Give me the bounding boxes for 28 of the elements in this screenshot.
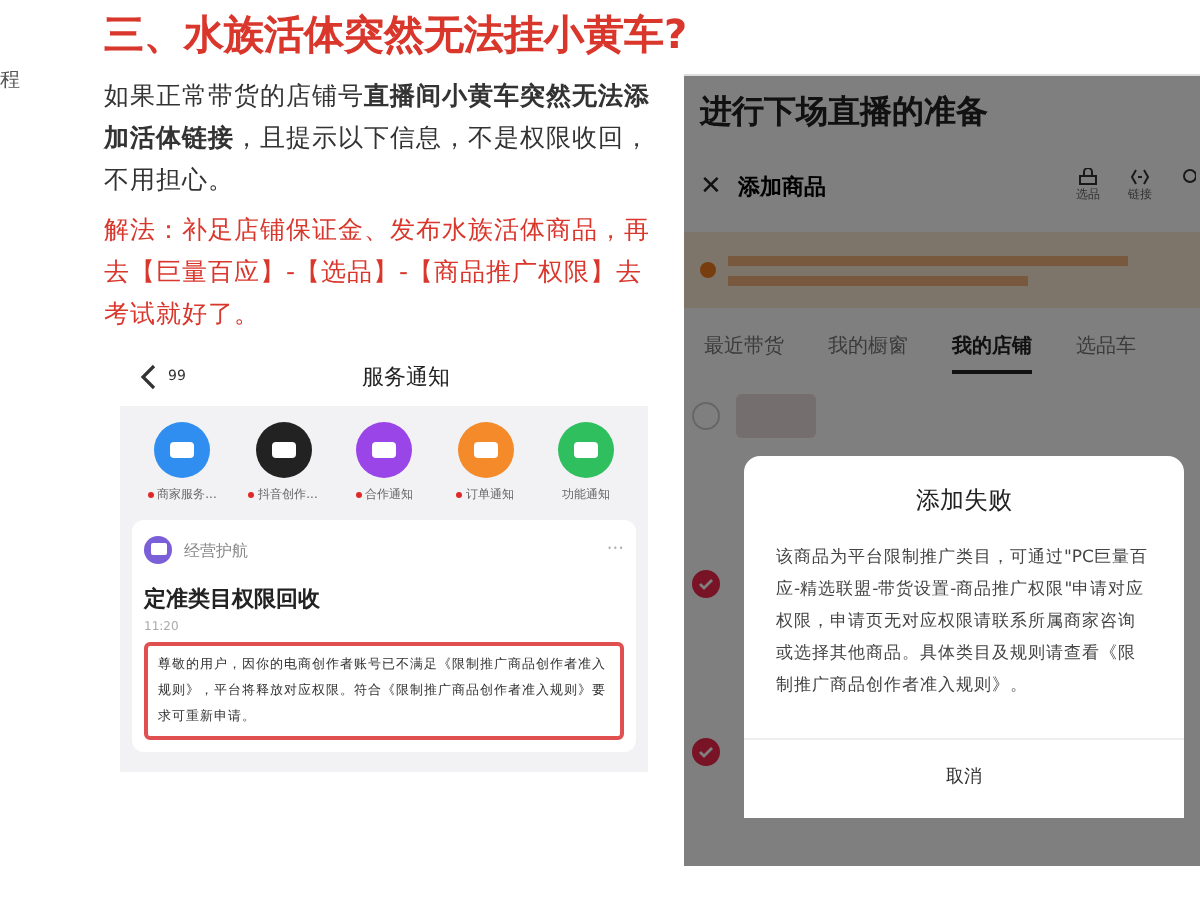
select-checkbox[interactable] — [692, 402, 720, 430]
select-checkbox[interactable] — [692, 738, 720, 766]
screen-title: 进行下场直播的准备 — [697, 90, 990, 134]
dialog-message: 该商品为平台限制推广类目，可通过"PC巨量百应-精选联盟-带货设置-商品推广权限"申请对应权限，申请页无对应权限请联系所属商家咨询或选择其他商品。具体类目及规则请查看《限制推广商品创作者准入规则》。 — [774, 545, 1150, 700]
tab[interactable]: 我的店铺 — [952, 332, 1032, 374]
panel-title: 添加商品 — [737, 171, 828, 201]
tab[interactable]: 选品车 — [1076, 332, 1136, 374]
card-title: 定准类目权限回收 — [144, 584, 322, 614]
card-source: 经营护航 — [184, 539, 250, 561]
tab[interactable]: 我的橱窗 — [828, 332, 908, 374]
dialog-title: 添加失败 — [916, 484, 1012, 518]
check-icon — [698, 578, 714, 590]
select-checkbox[interactable] — [692, 570, 720, 598]
link-icon[interactable] — [1130, 168, 1150, 186]
close-button[interactable]: ✕ — [700, 171, 722, 201]
tab[interactable]: 最近带货 — [704, 332, 784, 374]
chat-icon — [144, 536, 172, 564]
bag-icon[interactable] — [1078, 168, 1098, 186]
solution-text: 解法：补足店铺保证金、发布水族活体商品，再去【巨量百应】-【选品】-【商品推广权限】去考试就好了。 — [104, 212, 652, 332]
article-paragraph: 如果正常带货的店铺号直播间小黄车突然无法添加活体链接，且提示以下信息，不是权限收回，不用担心。 — [104, 78, 652, 198]
screen-title: 服务通知 — [361, 361, 450, 391]
article-heading: 三、水族活体突然无法挂小黄车? — [104, 8, 690, 62]
more-button[interactable]: ··· — [606, 540, 624, 560]
category-icon[interactable] — [255, 422, 311, 478]
back-icon[interactable] — [140, 363, 156, 389]
check-icon — [698, 746, 714, 758]
search-icon[interactable] — [1180, 168, 1196, 186]
margin-text-fragment: 程 — [0, 70, 20, 92]
